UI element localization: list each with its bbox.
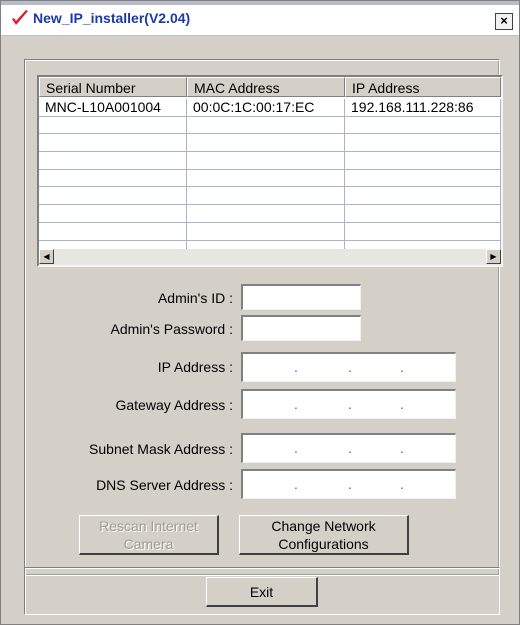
title-bar-top-strip bbox=[1, 1, 519, 5]
change-network-button[interactable]: Change Network Configurations bbox=[239, 515, 409, 555]
app-checkmark-icon bbox=[11, 9, 29, 27]
device-list[interactable]: Serial Number MAC Address IP Address MNC… bbox=[37, 75, 503, 267]
empty-row bbox=[39, 187, 501, 206]
admin-id-field[interactable] bbox=[241, 284, 361, 310]
empty-row bbox=[39, 169, 501, 188]
scroll-right-icon[interactable]: ▶ bbox=[486, 249, 501, 264]
cell-serial: MNC-L10A001004 bbox=[39, 99, 187, 116]
close-button[interactable]: × bbox=[495, 13, 513, 30]
installer-window: New_IP_installer(V2.04) × Serial Number … bbox=[0, 0, 520, 625]
scroll-left-icon[interactable]: ◀ bbox=[39, 249, 54, 264]
rescan-camera-button[interactable]: Rescan Internet Camera bbox=[79, 515, 219, 555]
column-header-mac[interactable]: MAC Address bbox=[187, 77, 345, 97]
subnet-mask-label: Subnet Mask Address : bbox=[89, 441, 233, 457]
empty-row bbox=[39, 134, 501, 153]
ip-address-label: IP Address : bbox=[157, 359, 233, 375]
cell-mac: 00:0C:1C:00:17:EC bbox=[187, 99, 345, 116]
empty-row bbox=[39, 222, 501, 241]
gateway-address-label: Gateway Address : bbox=[115, 397, 233, 413]
empty-row bbox=[39, 152, 501, 170]
device-list-rows: MNC-L10A001004 00:0C:1C:00:17:EC 192.168… bbox=[39, 99, 501, 259]
admin-password-field[interactable] bbox=[241, 315, 361, 341]
dns-server-label: DNS Server Address : bbox=[96, 477, 233, 493]
empty-row bbox=[39, 205, 501, 223]
cell-ip: 192.168.111.228:86 bbox=[345, 99, 501, 116]
admin-password-label: Admin's Password : bbox=[110, 321, 234, 337]
exit-button[interactable]: Exit bbox=[206, 577, 318, 607]
device-list-header: Serial Number MAC Address IP Address bbox=[39, 77, 501, 99]
admin-id-label: Admin's ID : bbox=[157, 290, 233, 306]
empty-row bbox=[39, 116, 501, 135]
gateway-address-field[interactable]: . . . bbox=[241, 389, 456, 419]
horizontal-scrollbar[interactable]: ◀ ▶ bbox=[39, 249, 501, 265]
subnet-mask-field[interactable]: . . . bbox=[241, 433, 456, 463]
ip-address-field[interactable]: . . . bbox=[241, 352, 456, 382]
window-title: New_IP_installer(V2.04) bbox=[33, 10, 191, 26]
column-header-ip[interactable]: IP Address bbox=[345, 77, 501, 97]
title-bar[interactable]: New_IP_installer(V2.04) × bbox=[1, 1, 519, 36]
column-header-serial[interactable]: Serial Number bbox=[39, 77, 187, 97]
table-row[interactable]: MNC-L10A001004 00:0C:1C:00:17:EC 192.168… bbox=[39, 99, 501, 117]
dns-server-field[interactable]: . . . bbox=[241, 469, 456, 499]
